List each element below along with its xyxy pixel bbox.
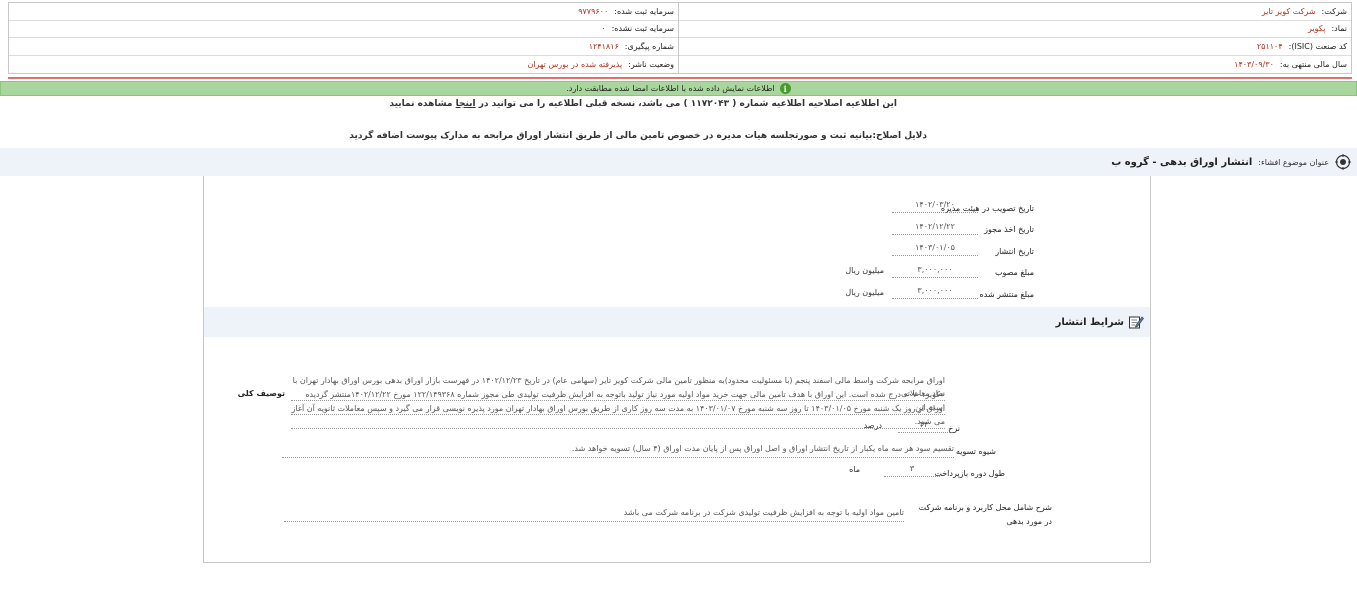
- repayment-period-value: ۳: [884, 464, 940, 477]
- issue-date-label: تاریخ انتشار: [995, 247, 1034, 256]
- publisher-status-value: پذیرفته شده در بورس تهران: [527, 59, 623, 69]
- issuance-conditions-title: شرایط انتشار: [1055, 316, 1124, 328]
- disclosure-panel: تاریخ تصویب در هیئت مدیره ۱۴۰۲/۰۳/۲۰ تار…: [203, 176, 1151, 563]
- info-row-unregistered-capital: سرمایه ثبت نشده: ۰: [9, 21, 678, 38]
- debt-usage-value: تامین مواد اولیه با توجه به افزایش ظرفیت…: [284, 506, 904, 522]
- repayment-period-label: طول دوره بازپرداخت: [934, 469, 1005, 478]
- info-row-fiscal-year: سال مالی منتهی به: ۱۴۰۳/۰۹/۳۰: [679, 56, 1351, 73]
- company-info-left-column: سرمایه ثبت شده: ۹۷۷۹۶۰۰ سرمایه ثبت نشده:…: [9, 3, 679, 73]
- issued-amount-label: مبلغ منتشر شده: [979, 290, 1034, 299]
- verification-message: اطلاعات نمایش داده شده با اطلاعات امضا ش…: [566, 84, 775, 93]
- info-row-publisher-status: وضعیت ناشر: پذیرفته شده در بورس تهران: [9, 56, 678, 73]
- verification-banner: i اطلاعات نمایش داده شده با اطلاعات امضا…: [0, 81, 1357, 96]
- isic-label: کد صنعت (ISIC):: [1288, 41, 1347, 51]
- settlement-method-label: شیوه تسویه: [956, 447, 996, 456]
- company-info-table: شرکت: شرکت کویر تایر نماد: پکویر کد صنعت…: [8, 2, 1352, 74]
- registered-capital-label: سرمایه ثبت شده:: [614, 6, 674, 16]
- company-value: شرکت کویر تایر: [1261, 6, 1316, 16]
- edit-form-icon: [1129, 316, 1144, 329]
- rate-unit: درصد: [863, 421, 882, 430]
- settlement-method-value: تقسیم سود هر سه ماه یکبار از تاریخ انتشا…: [282, 442, 954, 458]
- info-row-symbol: نماد: پکویر: [679, 21, 1351, 38]
- issuance-conditions-header: شرایط انتشار: [204, 307, 1150, 337]
- info-row-company: شرکت: شرکت کویر تایر: [679, 3, 1351, 21]
- registered-capital-value: ۹۷۷۹۶۰۰: [578, 6, 609, 16]
- info-icon: i: [779, 83, 791, 94]
- issued-amount-value: ۳,۰۰۰,۰۰۰: [892, 286, 978, 299]
- approved-amount-unit: میلیون ریال: [845, 266, 884, 275]
- fiscal-year-value: ۱۴۰۳/۰۹/۳۰: [1234, 59, 1274, 69]
- isic-value: ۲۵۱۱۰۴: [1256, 41, 1283, 51]
- symbol-label: نماد:: [1331, 24, 1347, 34]
- correction-notice: این اطلاعیه اصلاحیه اطلاعیه شماره ( ۱۱۷۲…: [389, 99, 897, 109]
- info-row-tracking-number: شماره پیگیری: ۱۲۴۱۸۱۶: [9, 38, 678, 56]
- subject-label: عنوان موضوع افشاء:: [1258, 157, 1329, 167]
- fiscal-year-label: سال مالی منتهی به:: [1279, 59, 1347, 69]
- correction-notice-suffix: مشاهده نمایید: [389, 99, 453, 109]
- rate-value: ۲۴: [898, 420, 950, 433]
- approved-amount-value: ۳,۰۰۰,۰۰۰: [892, 265, 978, 278]
- company-label: شرکت:: [1321, 6, 1347, 16]
- correction-reason: دلایل اصلاح:بیانیه ثبت و صورتجلسه هیات م…: [349, 131, 927, 141]
- divider-line: [8, 77, 1352, 79]
- repayment-period-unit: ماه: [849, 465, 860, 474]
- issue-date-value: ۱۴۰۳/۰۱/۰۵: [892, 243, 978, 256]
- tracking-number-value: ۱۲۴۱۸۱۶: [588, 41, 619, 51]
- permit-date-value: ۱۴۰۲/۱۲/۲۲: [892, 222, 978, 235]
- board-approval-date-value: ۱۴۰۲/۰۳/۲۰: [892, 200, 978, 213]
- info-row-registered-capital: سرمایه ثبت شده: ۹۷۷۹۶۰۰: [9, 3, 678, 21]
- correction-notice-prefix: این اطلاعیه اصلاحیه اطلاعیه شماره ( ۱۱۷۲…: [478, 99, 897, 109]
- approved-amount-label: مبلغ مصوب: [994, 268, 1034, 277]
- tracking-number-label: شماره پیگیری:: [624, 41, 674, 51]
- debt-usage-label: شرح شامل محل کاربرد و برنامه شرکت در مور…: [918, 503, 1052, 526]
- previous-version-link[interactable]: اینجا: [456, 99, 476, 109]
- info-row-isic: کد صنعت (ISIC): ۲۵۱۱۰۴: [679, 38, 1351, 56]
- company-info-right-column: شرکت: شرکت کویر تایر نماد: پکویر کد صنعت…: [679, 3, 1351, 73]
- general-description-label: توصیف کلی: [237, 389, 285, 398]
- subject-value: انتشار اوراق بدهی - گروه ب: [1111, 156, 1253, 168]
- issued-amount-unit: میلیون ریال: [845, 288, 884, 297]
- permit-date-label: تاریخ اخذ مجوز: [984, 225, 1034, 234]
- unregistered-capital-label: سرمایه ثبت نشده:: [611, 24, 674, 34]
- target-icon: [1335, 154, 1351, 170]
- unregistered-capital-value: ۰: [601, 24, 606, 34]
- general-description-line-3: اوراق از روز یک شنبه مورخ ۱۴۰۳/۰۱/۰۵ تا …: [291, 402, 945, 429]
- symbol-value: پکویر: [1308, 24, 1326, 34]
- publisher-status-label: وضعیت ناشر:: [628, 59, 674, 69]
- subject-bar: عنوان موضوع افشاء: انتشار اوراق بدهی - گ…: [0, 148, 1357, 176]
